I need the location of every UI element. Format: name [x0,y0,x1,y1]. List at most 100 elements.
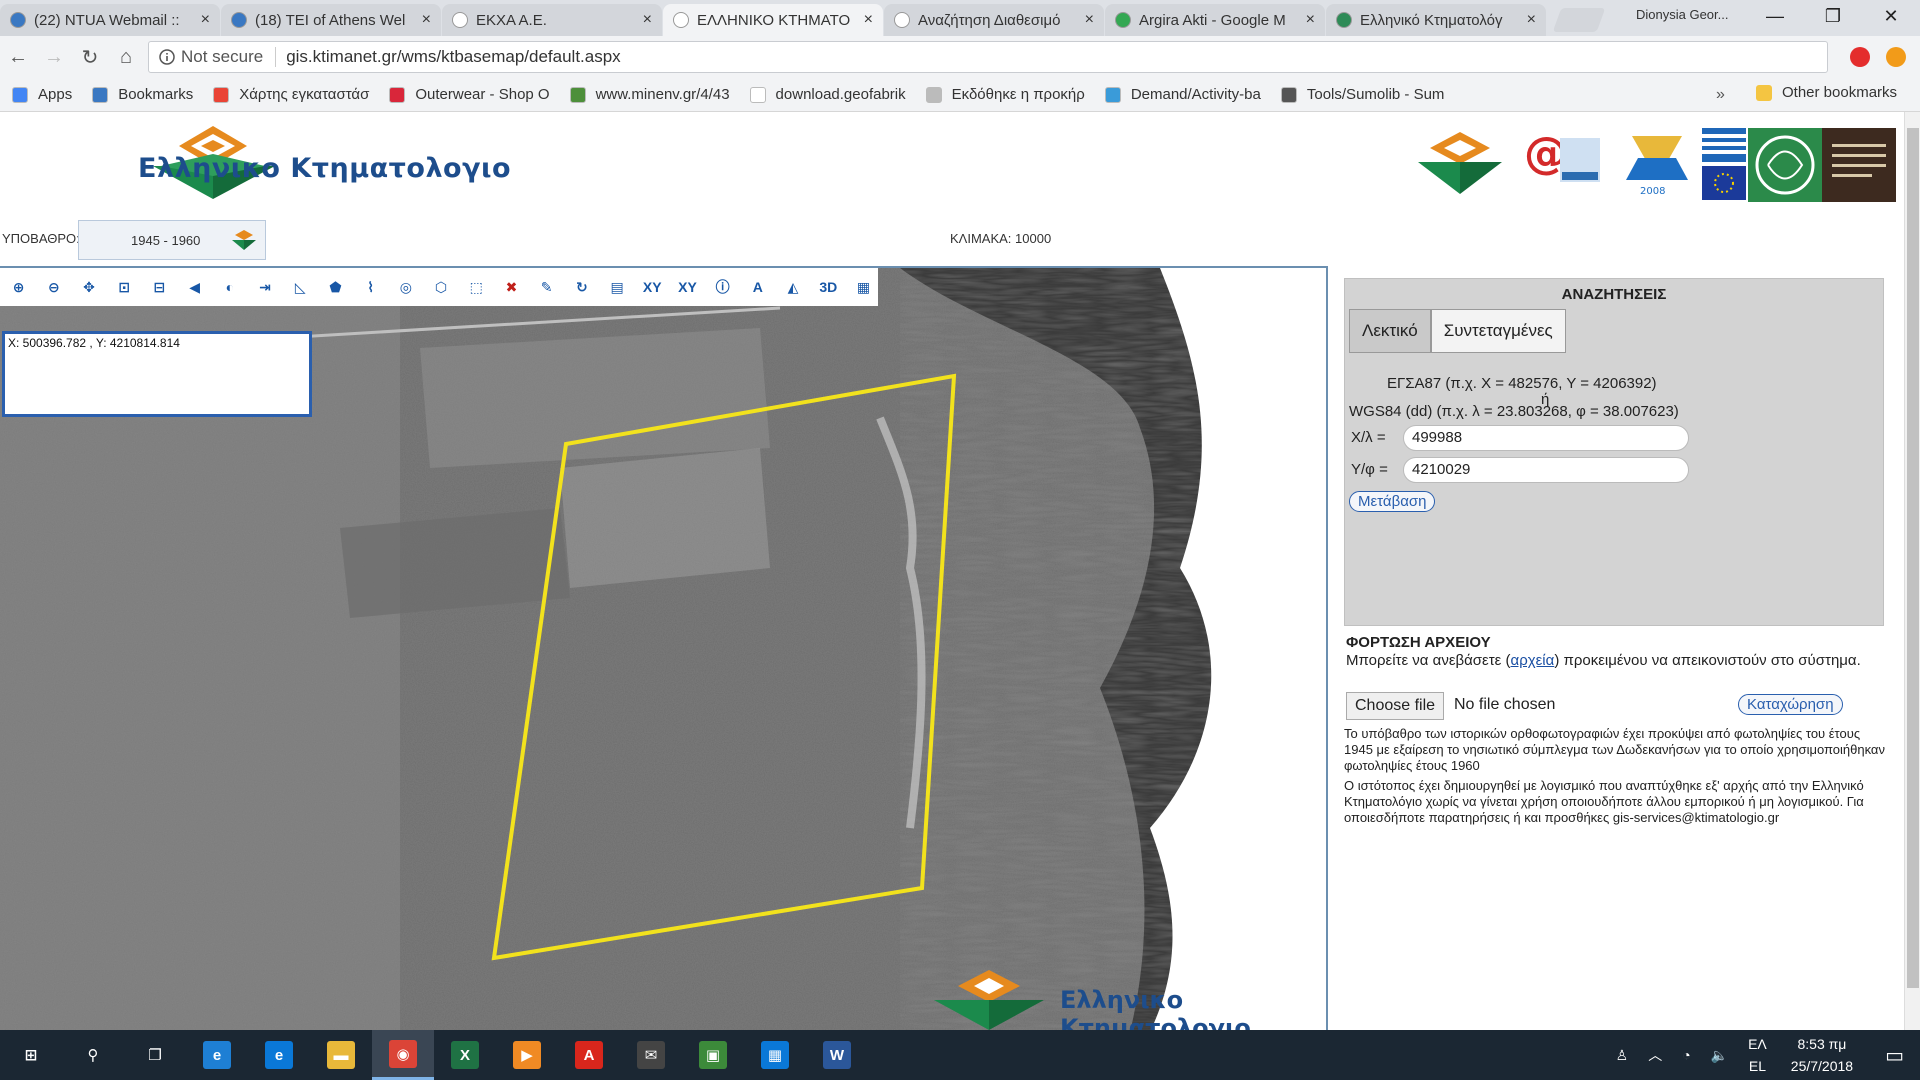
browser-tab[interactable]: ΕΛΛΗΝΙΚΟ ΚΤΗΜΑΤΟ × [663,4,883,36]
taskbar-button[interactable]: ▬ [310,1030,372,1080]
language-indicator[interactable]: ΕΛ EL [1748,1033,1767,1077]
x-input[interactable]: 499988 [1403,425,1689,451]
show-hidden-icon[interactable]: ︿ [1648,1045,1662,1065]
bookmark-item[interactable]: Demand/Activity-ba [1104,86,1261,103]
taskbar-button[interactable]: ▦ [744,1030,806,1080]
browser-tab[interactable]: Ελληνικό Κτηματολόγ × [1326,4,1546,36]
page-scrollbar[interactable] [1904,112,1920,1030]
taskbar-button[interactable]: ▶ [496,1030,558,1080]
home-icon[interactable]: ⌂ [108,39,144,75]
draw-circle-icon[interactable]: ◎ [391,272,420,302]
bookmarks-overflow-icon[interactable]: » [1716,86,1725,104]
select-icon[interactable]: ⬚ [462,272,491,302]
url-text[interactable]: gis.ktimanet.gr/wms/ktbasemap/default.as… [286,47,620,67]
taskbar-button[interactable]: ▣ [682,1030,744,1080]
browser-tab[interactable]: ΕΚΧΑ Α.Ε. × [442,4,662,36]
maximize-button[interactable]: ❐ [1804,0,1862,32]
new-tab-button[interactable] [1552,8,1606,32]
bookmark-item[interactable]: Εκδόθηκε η προκήρ [925,86,1085,103]
upload-title: ΦΟΡΤΩΣΗ ΑΡΧΕΙΟΥ [1346,634,1491,651]
pan-tool-icon[interactable]: ✥ [74,272,103,302]
bookmark-item[interactable]: Outerwear - Shop O [389,86,550,103]
people-icon[interactable]: ♙ [1616,1047,1629,1064]
previous-extent-icon[interactable]: ◀ [180,272,209,302]
xy-goto-icon[interactable]: XY [673,272,702,302]
zoom-in-tool-icon[interactable]: ⊕ [4,272,33,302]
tab-close-icon[interactable]: × [1527,11,1536,29]
security-indicator[interactable]: Not secure [159,47,263,67]
bookmark-item[interactable]: www.minenv.gr/4/43 [569,86,730,103]
other-bookmarks[interactable]: Other bookmarks [1756,84,1897,101]
tab-close-icon[interactable]: × [1085,11,1094,29]
taskbar-button[interactable]: ⚲ [62,1030,124,1080]
browser-tab[interactable]: (22) NTUA Webmail :: × [0,4,220,36]
draw-polygon-icon[interactable]: ⬡ [426,272,455,302]
browser-tab[interactable]: (18) TEI of Athens Wel × [221,4,441,36]
network-icon[interactable]: ◔ [1682,1047,1690,1063]
xy-table-icon[interactable]: XY [638,272,667,302]
bookmark-item[interactable]: Apps [12,86,72,103]
zoom-box-in-icon[interactable]: ⊡ [110,272,139,302]
back-icon[interactable]: ← [0,39,36,75]
zoom-box-out-icon[interactable]: ⊟ [145,272,174,302]
reload-icon[interactable]: ↻ [72,39,108,75]
tab-close-icon[interactable]: × [1306,11,1315,29]
volume-icon[interactable]: 🔈 [1711,1047,1728,1064]
bookmark-item[interactable]: Χάρτης εγκαταστάσ [213,86,369,103]
submit-button[interactable]: Καταχώρηση [1738,694,1843,715]
tab-close-icon[interactable]: × [643,11,652,29]
full-extent-icon[interactable]: ◐ [215,272,244,302]
taskbar-button[interactable]: ✉ [620,1030,682,1080]
taskbar-button[interactable]: X [434,1030,496,1080]
info-icon[interactable]: ⓘ [708,272,737,302]
bookmark-item[interactable]: Bookmarks [92,86,193,103]
extension-orange-icon[interactable] [1886,47,1906,67]
taskbar-button[interactable]: ⊞ [0,1030,62,1080]
address-bar[interactable]: Not secure gis.ktimanet.gr/wms/ktbasemap… [148,41,1828,73]
taskbar-button[interactable]: ❐ [124,1030,186,1080]
browser-tab[interactable]: Αναζήτηση Διαθεσιμό × [884,4,1104,36]
profile-name[interactable]: Dionysia Geor... [1636,7,1729,22]
measure-distance-icon[interactable]: ⇥ [250,272,279,302]
taskbar-button[interactable]: ◉ [372,1030,434,1080]
tab-close-icon[interactable]: × [422,11,431,29]
notifications-icon[interactable]: ▭ [1885,1043,1904,1068]
bookmarks-bar: Apps Bookmarks Χάρτης εγκαταστάσ Outerwear … [0,78,1920,112]
bookmark-item[interactable]: download.geofabrik [749,86,906,103]
legend-icon[interactable]: ▦ [849,272,878,302]
tab-close-icon[interactable]: × [864,11,873,29]
forward-icon[interactable]: → [36,39,72,75]
y-input[interactable]: 4210029 [1403,457,1689,483]
clock[interactable]: 8:53 πμ 25/7/2018 [1791,1033,1853,1077]
minimize-button[interactable]: — [1746,0,1804,32]
files-link[interactable]: αρχεία [1511,652,1555,669]
draw-line-icon[interactable]: ⌇ [356,272,385,302]
layers-icon[interactable]: ◭ [778,272,807,302]
go-button[interactable]: Μετάβαση [1349,491,1436,512]
browser-tab[interactable]: Argira Akti - Google M × [1105,4,1325,36]
taskbar-button[interactable]: A [558,1030,620,1080]
zoom-out-tool-icon[interactable]: ⊖ [39,272,68,302]
bookmark-item[interactable]: Tools/Sumolib - Sum [1280,86,1444,103]
tab-coordinates[interactable]: Συντεταγμένες [1430,309,1566,353]
report-icon[interactable]: ▤ [602,272,631,302]
basemap-selector[interactable]: 1945 - 1960 [78,220,266,260]
label-icon[interactable]: A [743,272,772,302]
tab-text-search[interactable]: Λεκτικό [1349,309,1431,353]
map-view[interactable]: ⊕ ⊖ ✥ ⊡ ⊟ ◀ ◐ ⇥ ◺ ⬟ ⌇ ◎ ⬡ ⬚ ✖ ✎ ↻ ▤ XY XY ⓘ A ◭ 3D ▦ X: 500396.7… [0,266,1328,1030]
taskbar-button[interactable]: e [248,1030,310,1080]
measure-area-icon[interactable]: ⬟ [321,272,350,302]
3d-view-icon[interactable]: 3D [814,272,843,302]
choose-file-button[interactable]: Choose file [1346,692,1445,720]
measure-angle-icon[interactable]: ◺ [286,272,315,302]
taskbar-button[interactable]: W [806,1030,868,1080]
close-window-button[interactable]: ✕ [1862,0,1920,32]
edit-icon[interactable]: ✎ [532,272,561,302]
clear-icon[interactable]: ✖ [497,272,526,302]
scrollbar-thumb[interactable] [1907,128,1919,988]
extension-opera-icon[interactable] [1850,47,1870,67]
address-separator [275,47,277,67]
refresh-icon[interactable]: ↻ [567,272,596,302]
taskbar-button[interactable]: e [186,1030,248,1080]
tab-close-icon[interactable]: × [201,11,210,29]
